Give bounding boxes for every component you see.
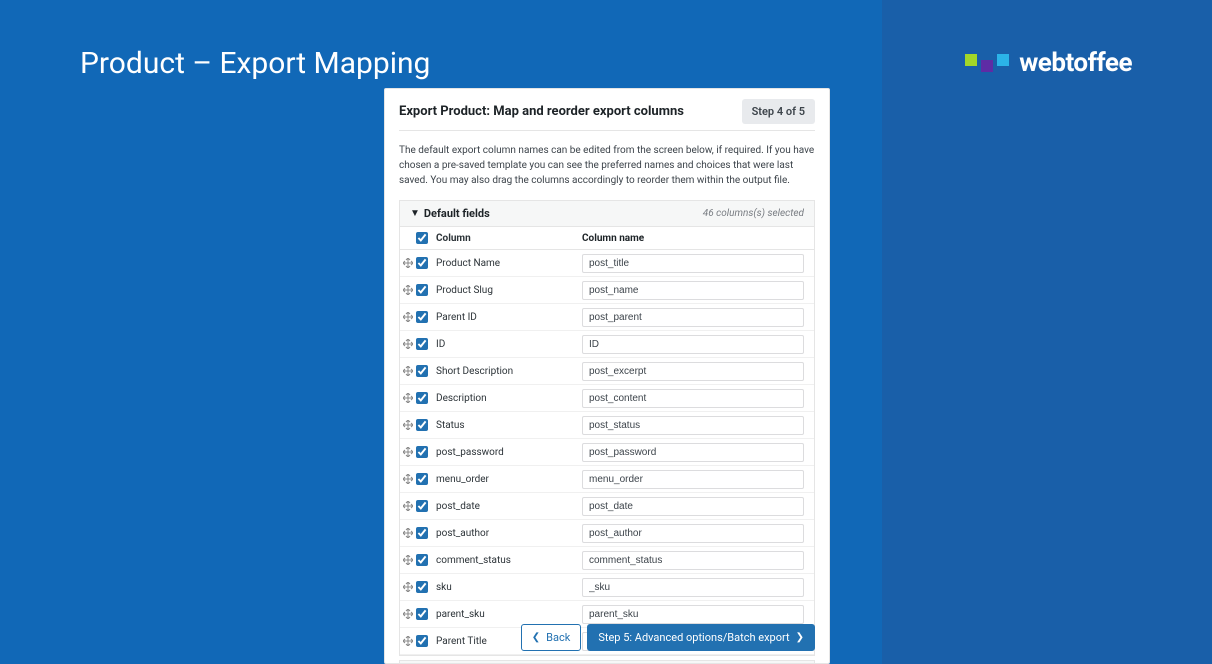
row-label: Short Description xyxy=(436,366,582,377)
row-label: comment_status xyxy=(436,555,582,566)
card-title: Export Product: Map and reorder export c… xyxy=(399,104,684,119)
row-checkbox[interactable] xyxy=(416,365,428,377)
row-label: parent_sku xyxy=(436,609,582,620)
column-name-input[interactable] xyxy=(582,578,804,597)
brand-logo: webtoffee xyxy=(965,48,1132,78)
table-row: ID xyxy=(400,331,814,358)
drag-handle-icon[interactable] xyxy=(400,636,416,646)
sidebar-band xyxy=(882,0,1212,664)
table-row: Short Description xyxy=(400,358,814,385)
row-checkbox[interactable] xyxy=(416,284,428,296)
table-row: Status xyxy=(400,412,814,439)
row-label: sku xyxy=(436,582,582,593)
drag-handle-icon[interactable] xyxy=(400,285,416,295)
row-checkbox[interactable] xyxy=(416,446,428,458)
table-row: Product Slug xyxy=(400,277,814,304)
row-checkbox[interactable] xyxy=(416,419,428,431)
row-label: post_date xyxy=(436,501,582,512)
row-label: Product Name xyxy=(436,258,582,269)
table-row: Description xyxy=(400,385,814,412)
chevron-right-icon: ❯ xyxy=(796,632,804,643)
row-label: Parent ID xyxy=(436,312,582,323)
brand-logo-text: webtoffee xyxy=(1019,48,1132,78)
row-label: Description xyxy=(436,393,582,404)
row-checkbox[interactable] xyxy=(416,473,428,485)
column-name-input[interactable] xyxy=(582,470,804,489)
row-label: post_author xyxy=(436,528,582,539)
row-label: ID xyxy=(436,339,582,350)
drag-handle-icon[interactable] xyxy=(400,258,416,268)
table-row: post_date xyxy=(400,493,814,520)
drag-handle-icon[interactable] xyxy=(400,609,416,619)
section-taxonomies: ▶ Taxonomies (cat/tags/shipping-class) 5… xyxy=(399,660,815,664)
section-title: Default fields xyxy=(424,207,490,220)
card-description: The default export column names can be e… xyxy=(399,130,815,200)
table-row: Product Name xyxy=(400,250,814,277)
row-checkbox[interactable] xyxy=(416,554,428,566)
table-header: Column Column name xyxy=(400,226,814,250)
drag-handle-icon[interactable] xyxy=(400,447,416,457)
drag-handle-icon[interactable] xyxy=(400,474,416,484)
drag-handle-icon[interactable] xyxy=(400,501,416,511)
row-checkbox[interactable] xyxy=(416,500,428,512)
column-name-input[interactable] xyxy=(582,497,804,516)
column-name-input[interactable] xyxy=(582,308,804,327)
back-button-label: Back xyxy=(546,631,570,644)
chevron-left-icon: ❮ xyxy=(532,632,540,643)
drag-handle-icon[interactable] xyxy=(400,528,416,538)
row-checkbox[interactable] xyxy=(416,257,428,269)
table-row: comment_status xyxy=(400,547,814,574)
next-button[interactable]: Step 5: Advanced options/Batch export ❯ xyxy=(587,624,815,651)
row-checkbox[interactable] xyxy=(416,581,428,593)
brand-logo-icon xyxy=(965,54,1009,72)
column-name-input[interactable] xyxy=(582,524,804,543)
row-checkbox[interactable] xyxy=(416,527,428,539)
drag-handle-icon[interactable] xyxy=(400,420,416,430)
column-name-input[interactable] xyxy=(582,605,804,624)
section-default-fields: ▼ Default fields 46 columns(s) selected … xyxy=(399,200,815,656)
drag-handle-icon[interactable] xyxy=(400,555,416,565)
header-column: Column xyxy=(436,233,582,244)
row-label: Product Slug xyxy=(436,285,582,296)
table-row: menu_order xyxy=(400,466,814,493)
table-row: sku xyxy=(400,574,814,601)
row-checkbox[interactable] xyxy=(416,392,428,404)
row-label: menu_order xyxy=(436,474,582,485)
chevron-down-icon: ▼ xyxy=(410,208,420,219)
column-name-input[interactable] xyxy=(582,443,804,462)
drag-handle-icon[interactable] xyxy=(400,339,416,349)
drag-handle-icon[interactable] xyxy=(400,582,416,592)
column-name-input[interactable] xyxy=(582,551,804,570)
row-checkbox[interactable] xyxy=(416,635,428,647)
export-card: Export Product: Map and reorder export c… xyxy=(384,88,830,664)
checkbox-select-all[interactable] xyxy=(416,232,428,244)
back-button[interactable]: ❮ Back xyxy=(521,624,582,651)
table-row: post_password xyxy=(400,439,814,466)
column-name-input[interactable] xyxy=(582,254,804,273)
step-badge: Step 4 of 5 xyxy=(742,99,815,124)
section-default-fields-header[interactable]: ▼ Default fields 46 columns(s) selected xyxy=(400,201,814,226)
row-checkbox[interactable] xyxy=(416,608,428,620)
row-checkbox[interactable] xyxy=(416,311,428,323)
row-label: Status xyxy=(436,420,582,431)
drag-handle-icon[interactable] xyxy=(400,393,416,403)
column-name-input[interactable] xyxy=(582,281,804,300)
section-count: 46 columns(s) selected xyxy=(703,208,804,219)
drag-handle-icon[interactable] xyxy=(400,366,416,376)
header-column-name: Column name xyxy=(582,233,804,244)
page-title: Product – Export Mapping xyxy=(80,46,430,81)
table-row: Parent ID xyxy=(400,304,814,331)
column-name-input[interactable] xyxy=(582,335,804,354)
table-row: post_author xyxy=(400,520,814,547)
column-name-input[interactable] xyxy=(582,362,804,381)
next-button-label: Step 5: Advanced options/Batch export xyxy=(598,631,789,644)
row-label: post_password xyxy=(436,447,582,458)
drag-handle-icon[interactable] xyxy=(400,312,416,322)
row-checkbox[interactable] xyxy=(416,338,428,350)
column-name-input[interactable] xyxy=(582,389,804,408)
column-name-input[interactable] xyxy=(582,416,804,435)
